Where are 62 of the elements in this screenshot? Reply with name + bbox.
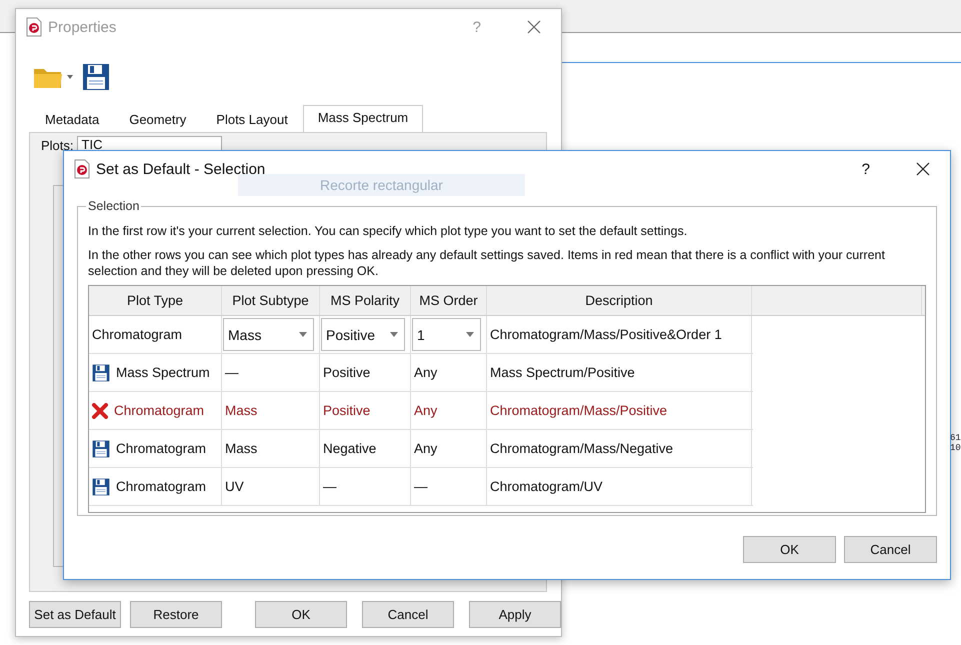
column-header: MS Order [411,286,487,315]
table-cell: Any [414,365,438,380]
help-button[interactable]: ? [858,160,874,178]
table-cell: — [323,479,336,494]
table-cell: Mass Spectrum/Positive [490,365,635,380]
instruction-text: In the first row it's your current selection. You can specify which plot type you want to set the default settings. [88,223,688,239]
dialog-button[interactable]: Cancel [362,601,454,628]
tab[interactable]: Metadata [30,107,114,132]
axis-label: 10 [950,443,961,453]
axis-label: 61 [950,433,961,443]
dropdown[interactable]: Mass [223,318,314,351]
dialog-button[interactable]: OK [743,536,836,563]
dialog-button[interactable]: Restore [130,601,222,628]
column-header: Plot Subtype [222,286,320,315]
table-cell: Mass Spectrum [116,365,210,380]
column-header: Plot Type [89,286,222,315]
caret-icon [466,332,474,337]
dialog-button[interactable]: Apply [469,601,561,628]
app-document-icon [26,17,42,37]
tab[interactable]: Mass Spectrum [302,105,424,132]
table-cell: Any [414,441,438,456]
save-icon[interactable] [82,63,110,91]
caret-icon [299,332,307,337]
table-cell: Chromatogram [116,441,206,456]
instruction-text: In the other rows you can see which plot types has already any default settings saved. Items in red mean that there is a conflict with your current selection and they will be deleted upon pressing OK. [88,247,886,279]
table-cell: — [225,365,238,380]
column-header: Description [487,286,752,315]
save-icon [92,478,110,496]
table-cell: Positive [323,403,370,418]
dialog-button[interactable]: Cancel [844,536,937,563]
table-cell: Any [414,403,438,418]
close-icon [527,20,541,34]
caret-icon [390,332,398,337]
table-cell: Chromatogram/Mass/Negative [490,441,674,456]
save-icon [92,364,110,382]
table-cell: Chromatogram [114,403,204,418]
column-header: MS Polarity [320,286,411,315]
window-title: Properties [48,18,116,36]
table-cell: Chromatogram/UV [490,479,603,494]
dropdown[interactable]: 1 [412,318,481,351]
table-cell: Mass [225,403,258,418]
table-cell: Mass [225,441,258,456]
table-cell: Chromatogram [92,327,182,342]
table-cell: — [414,479,428,494]
faded-label: Recorte rectangular [238,174,525,196]
dialog-button[interactable]: OK [255,601,347,628]
dialog-button[interactable]: Set as Default [29,601,121,628]
tab[interactable]: Plots Layout [201,107,303,132]
tab[interactable]: Geometry [114,107,202,132]
error-cross-icon [92,402,108,418]
app-document-icon [74,159,90,179]
field-label: Plots: [41,138,74,152]
dropdown[interactable]: Positive [321,318,405,351]
table-cell: Negative [323,441,376,456]
group-title: Selection [86,199,142,213]
table-cell: Chromatogram/Mass/Positive&Order 1 [490,327,722,342]
save-icon [92,440,110,458]
table-cell: UV [225,479,244,494]
table-cell: Chromatogram [116,479,206,494]
table-cell: Chromatogram/Mass/Positive [490,403,668,418]
close-icon [916,162,930,176]
table-cell: Positive [323,365,370,380]
